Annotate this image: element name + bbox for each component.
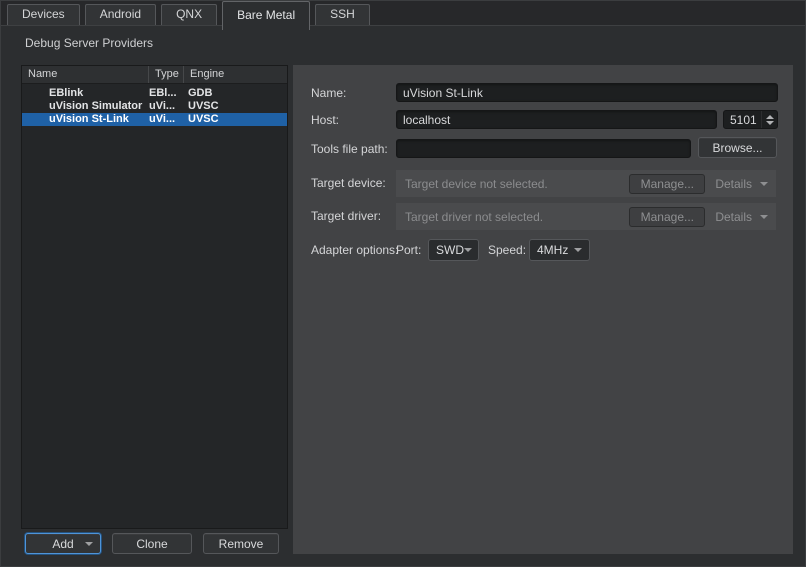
tab-bare-metal[interactable]: Bare Metal bbox=[222, 1, 310, 30]
details-label: Details bbox=[715, 210, 752, 224]
row-type: uVi... bbox=[149, 113, 184, 126]
row-type: EBl... bbox=[149, 87, 184, 100]
target-driver-manage-button[interactable]: Manage... bbox=[629, 207, 705, 227]
target-device-manage-button[interactable]: Manage... bbox=[629, 174, 705, 194]
row-name: uVision Simulator bbox=[22, 100, 149, 113]
target-device-label: Target device: bbox=[311, 176, 386, 190]
tab-devices[interactable]: Devices bbox=[7, 4, 80, 25]
target-driver-field: Target driver not selected. Manage... De… bbox=[396, 203, 776, 230]
column-header-engine[interactable]: Engine bbox=[184, 66, 287, 83]
details-label: Details bbox=[715, 177, 752, 191]
page-title: Debug Server Providers bbox=[25, 36, 153, 50]
port-combobox[interactable]: SWD bbox=[428, 239, 479, 261]
port-combobox-value: SWD bbox=[436, 243, 464, 257]
host-label: Host: bbox=[311, 113, 339, 127]
target-driver-label: Target driver: bbox=[311, 209, 381, 223]
name-label: Name: bbox=[311, 86, 346, 100]
device-tabs-bar: Devices Android QNX Bare Metal SSH bbox=[1, 1, 805, 26]
name-input[interactable] bbox=[396, 83, 778, 102]
bare-metal-options-window: Devices Android QNX Bare Metal SSH Debug… bbox=[0, 0, 806, 567]
browse-button[interactable]: Browse... bbox=[698, 137, 777, 158]
remove-button-label: Remove bbox=[219, 537, 264, 551]
tools-file-path-label: Tools file path: bbox=[311, 142, 388, 156]
providers-table-header: Name Type Engine bbox=[22, 66, 287, 84]
clone-button-label: Clone bbox=[136, 537, 167, 551]
chevron-down-icon bbox=[464, 248, 472, 252]
tools-file-path-input[interactable] bbox=[396, 139, 691, 158]
spin-down-icon[interactable] bbox=[766, 121, 774, 125]
column-header-type[interactable]: Type bbox=[149, 66, 184, 83]
port-label: Port: bbox=[396, 243, 421, 257]
port-spinbox[interactable]: 5101 bbox=[723, 110, 778, 129]
target-driver-placeholder: Target driver not selected. bbox=[396, 210, 629, 224]
row-name: EBlink bbox=[22, 87, 149, 100]
add-button-label: Add bbox=[52, 537, 73, 551]
spin-up-icon[interactable] bbox=[766, 115, 774, 119]
table-row-uvision-st-link[interactable]: uVision St-Link uVi... UVSC bbox=[22, 113, 287, 126]
browse-button-label: Browse... bbox=[712, 141, 762, 155]
host-input[interactable] bbox=[396, 110, 717, 129]
row-name: uVision St-Link bbox=[22, 113, 149, 126]
adapter-options-label: Adapter options: bbox=[311, 243, 398, 257]
row-engine: UVSC bbox=[184, 100, 287, 113]
row-engine: UVSC bbox=[184, 113, 287, 126]
providers-table: Name Type Engine EBlink EBl... GDB uVisi… bbox=[21, 65, 288, 529]
speed-combobox[interactable]: 4MHz bbox=[529, 239, 590, 261]
speed-label: Speed: bbox=[488, 243, 526, 257]
clone-button[interactable]: Clone bbox=[112, 533, 192, 554]
provider-details-panel: Name: Host: 5101 Tools file path: Browse… bbox=[293, 65, 793, 554]
target-device-details-dropdown[interactable]: Details bbox=[715, 177, 768, 191]
tab-ssh[interactable]: SSH bbox=[315, 4, 370, 25]
tab-android[interactable]: Android bbox=[85, 4, 156, 25]
table-row-eblink[interactable]: EBlink EBl... GDB bbox=[22, 87, 287, 100]
target-device-field: Target device not selected. Manage... De… bbox=[396, 170, 776, 197]
table-row-uvision-simulator[interactable]: uVision Simulator uVi... UVSC bbox=[22, 100, 287, 113]
chevron-down-icon bbox=[85, 542, 93, 546]
chevron-down-icon bbox=[760, 215, 768, 219]
target-driver-details-dropdown[interactable]: Details bbox=[715, 210, 768, 224]
port-value: 5101 bbox=[724, 113, 761, 127]
manage-button-label: Manage... bbox=[641, 177, 694, 191]
tab-qnx[interactable]: QNX bbox=[161, 4, 217, 25]
table-actions: Add Clone Remove bbox=[25, 533, 279, 554]
row-engine: GDB bbox=[184, 87, 287, 100]
spin-arrows[interactable] bbox=[761, 111, 777, 128]
chevron-down-icon bbox=[574, 248, 582, 252]
providers-table-body: EBlink EBl... GDB uVision Simulator uVi.… bbox=[22, 84, 287, 126]
remove-button[interactable]: Remove bbox=[203, 533, 279, 554]
speed-combobox-value: 4MHz bbox=[537, 243, 568, 257]
row-type: uVi... bbox=[149, 100, 184, 113]
column-header-name[interactable]: Name bbox=[22, 66, 149, 83]
target-device-placeholder: Target device not selected. bbox=[396, 177, 629, 191]
manage-button-label: Manage... bbox=[641, 210, 694, 224]
chevron-down-icon bbox=[760, 182, 768, 186]
add-button[interactable]: Add bbox=[25, 533, 101, 554]
